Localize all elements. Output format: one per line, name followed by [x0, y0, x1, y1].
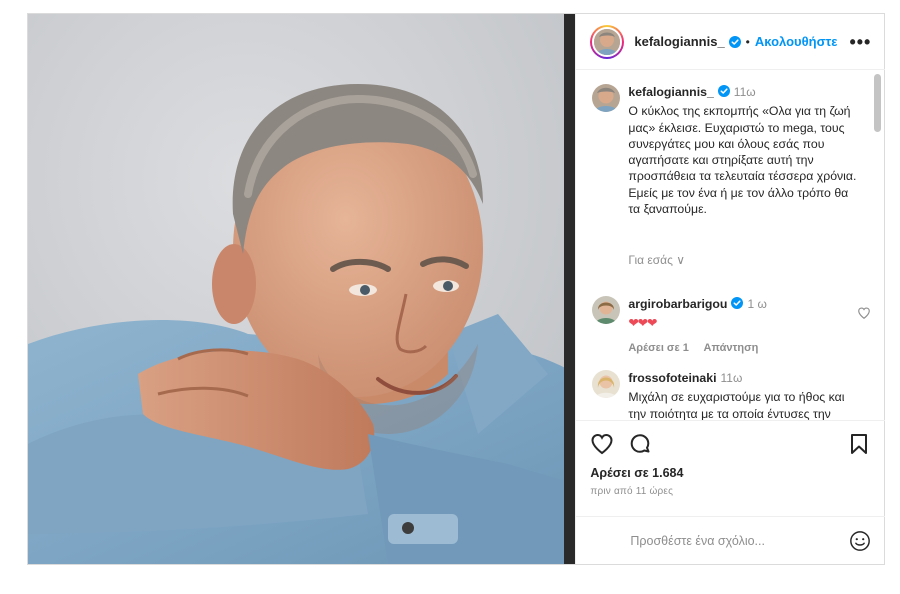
- post-actions: Αρέσει σε 1.684 πριν από 11 ώρες: [576, 420, 886, 516]
- comment-avatar-icon: [592, 370, 621, 398]
- caption: kefalogiannis_ 11ω Ο κύκλος της εκπομπής …: [592, 84, 862, 217]
- comment-input[interactable]: [630, 533, 851, 548]
- verified-badge-icon: [717, 85, 730, 97]
- follow-button[interactable]: Ακολουθήστε: [755, 34, 838, 49]
- translation-toggle[interactable]: Για εσάς ∨: [628, 253, 685, 267]
- avatar-face-icon: [594, 28, 621, 55]
- comments-section[interactable]: kefalogiannis_ 11ω Ο κύκλος της εκπομπής …: [576, 70, 885, 420]
- instagram-post: kefalogiannis_ • Ακολουθήστε ••• kefalog…: [27, 13, 886, 565]
- caption-avatar[interactable]: [592, 84, 621, 112]
- comment-likes-count[interactable]: Αρέσει σε 1: [628, 342, 689, 354]
- comment-avatar-icon: [592, 296, 621, 324]
- comment-text: Μιχάλη σε ευχαριστούμε για το ήθος και τ…: [628, 390, 845, 420]
- bookmark-icon[interactable]: [849, 433, 869, 455]
- post-side-panel: kefalogiannis_ • Ακολουθήστε ••• kefalog…: [575, 14, 886, 564]
- comment-username[interactable]: argirobarbarigou: [628, 297, 727, 311]
- header-separator-dot: •: [745, 34, 750, 49]
- more-options-icon[interactable]: •••: [849, 32, 871, 53]
- comment-time: 1 ω: [747, 297, 767, 311]
- post-photo[interactable]: [28, 14, 576, 564]
- comment-avatar[interactable]: [592, 296, 621, 324]
- caption-text: Ο κύκλος της εκπομπής «Ολα για τη ζωή μα…: [628, 104, 857, 217]
- verified-badge-icon: [728, 35, 741, 48]
- comment-meta: Αρέσει σε 1 Απάντηση: [628, 340, 862, 356]
- caption-time: 11ω: [733, 85, 756, 99]
- caption-avatar-icon: [592, 84, 621, 112]
- add-comment-bar: [576, 516, 886, 564]
- header-avatar[interactable]: [590, 24, 625, 59]
- caption-username[interactable]: kefalogiannis_: [628, 85, 713, 99]
- header-username[interactable]: kefalogiannis_: [634, 34, 724, 49]
- smiley-icon[interactable]: [849, 530, 871, 552]
- comment-icon[interactable]: [628, 432, 652, 456]
- portrait-illustration: [28, 14, 576, 564]
- post-header: kefalogiannis_ • Ακολουθήστε •••: [576, 14, 886, 70]
- verified-badge-icon: [731, 297, 744, 309]
- comment-item: frossofoteinaki 11ω Μιχάλη σε ευχαριστούμ…: [592, 370, 862, 420]
- post-timestamp[interactable]: πριν από 11 ώρες: [590, 486, 871, 497]
- comment-text: ❤❤❤: [628, 316, 657, 331]
- comment-like-heart-icon[interactable]: [857, 306, 871, 320]
- profile-avatar: [592, 26, 623, 57]
- comment-username[interactable]: frossofoteinaki: [628, 371, 716, 385]
- comment-item: argirobarbarigou 1 ω ❤❤❤ Αρέσει σε 1 Απάν…: [592, 296, 862, 356]
- comment-time: 11ω: [720, 371, 743, 385]
- comment-avatar[interactable]: [592, 370, 621, 398]
- comments-scrollbar[interactable]: [874, 74, 882, 132]
- comment-reply-button[interactable]: Απάντηση: [704, 342, 759, 354]
- likes-count[interactable]: Αρέσει σε 1.684: [590, 466, 871, 480]
- heart-icon[interactable]: [590, 432, 614, 456]
